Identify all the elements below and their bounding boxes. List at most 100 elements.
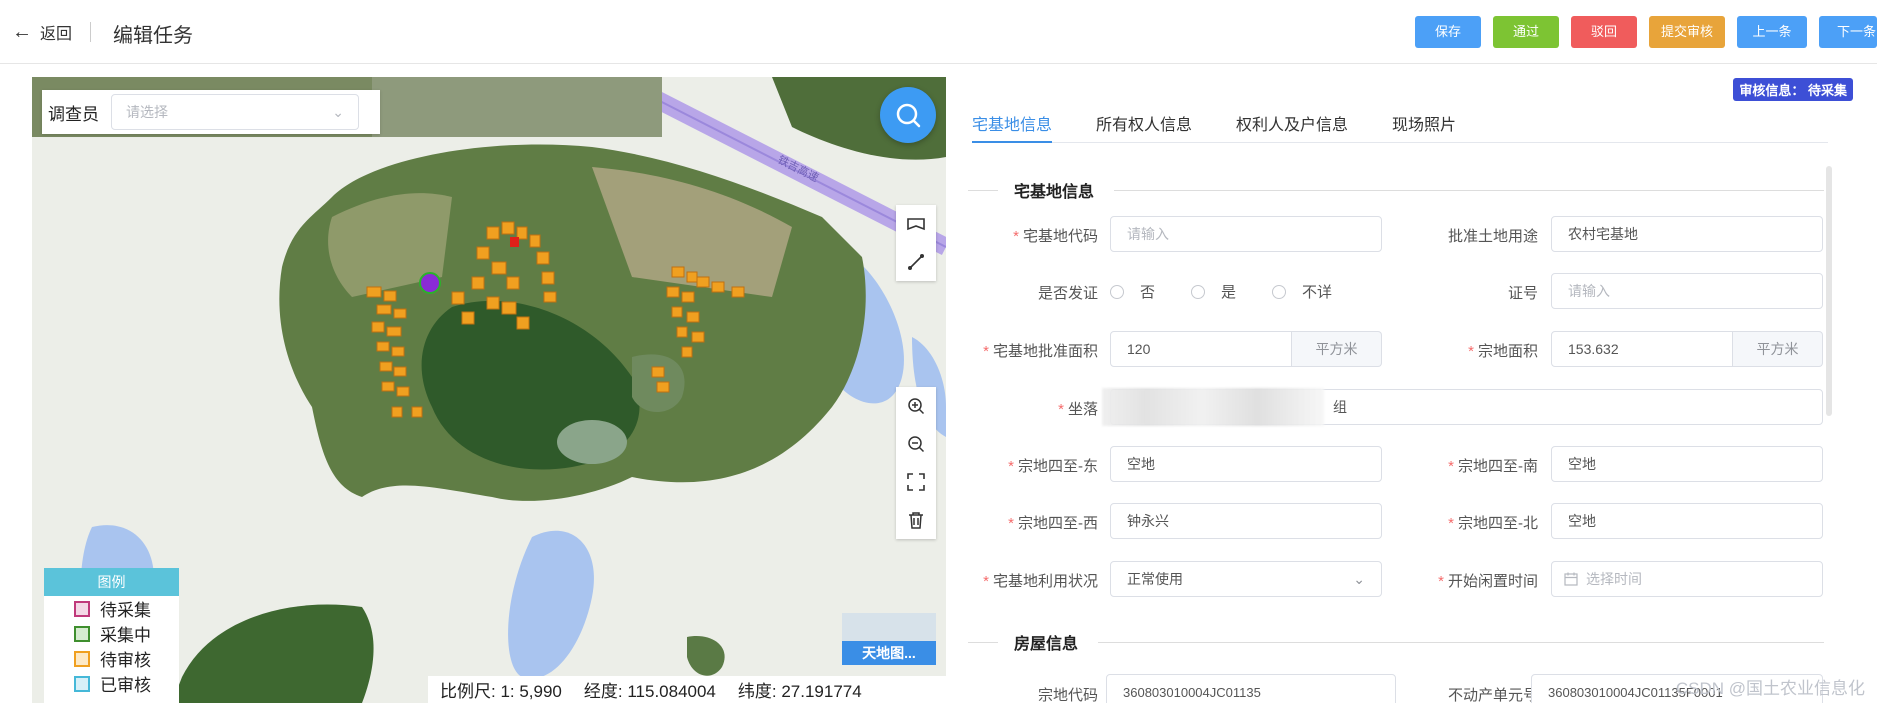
- map-view[interactable]: 铁吉高速 调查员 请选择 ⌄ 图例 待采集 采集中 待审核 已审核 天地图...…: [32, 77, 946, 703]
- section-rule: [968, 641, 998, 643]
- cert-no-input[interactable]: 请输入: [1551, 273, 1823, 309]
- required-mark: *: [1013, 228, 1019, 245]
- north-input[interactable]: 空地: [1551, 503, 1823, 539]
- code-label-text: 宅基地代码: [1022, 228, 1098, 245]
- west-label: * 宗地四至-西: [1008, 512, 1098, 533]
- legend-item: 采集中: [44, 621, 179, 646]
- section-rule: [1098, 641, 1824, 643]
- latitude-readout: 纬度: 27.191774: [737, 682, 862, 701]
- west-input[interactable]: 钟永兴: [1110, 503, 1382, 539]
- location-label: * 坐落: [1058, 398, 1098, 419]
- radio-unknown[interactable]: 不详: [1272, 281, 1332, 302]
- section-rule: [1114, 189, 1824, 191]
- page-title: 编辑任务: [113, 25, 193, 47]
- location-label-text: 坐落: [1067, 401, 1098, 418]
- next-button[interactable]: 下一条: [1819, 16, 1877, 48]
- land-use-input[interactable]: 农村宅基地: [1551, 216, 1823, 252]
- legend-swatch-collecting: [74, 625, 90, 642]
- required-mark: *: [1448, 458, 1454, 475]
- map-search-button[interactable]: [880, 87, 936, 143]
- fullscreen-icon: [907, 473, 925, 491]
- code-input[interactable]: 请输入: [1110, 216, 1382, 252]
- usage-label-text: 宅基地利用状况: [992, 573, 1098, 590]
- required-mark: *: [1008, 515, 1014, 532]
- radio-circle: [1110, 284, 1124, 299]
- south-input[interactable]: 空地: [1551, 446, 1823, 482]
- surveyor-placeholder: 请选择: [126, 104, 168, 120]
- chevron-down-icon: ⌄: [1353, 570, 1365, 587]
- submit-review-button[interactable]: 提交审核: [1649, 16, 1725, 48]
- usage-value: 正常使用: [1127, 571, 1183, 587]
- south-label: * 宗地四至-南: [1448, 455, 1538, 476]
- cert-no-label: 证号: [1507, 285, 1538, 302]
- parcel-area-input[interactable]: 153.632: [1551, 331, 1733, 367]
- scrollbar[interactable]: [1826, 166, 1832, 416]
- redacted-area: [1102, 388, 1324, 426]
- fullscreen-button[interactable]: [896, 463, 936, 501]
- zoom-out-button[interactable]: [896, 425, 936, 463]
- approved-area-label-text: 宅基地批准面积: [992, 343, 1098, 360]
- idle-date-picker[interactable]: 选择时间: [1551, 561, 1823, 597]
- north-label-text: 宗地四至-北: [1458, 515, 1538, 532]
- location-value: 组: [1333, 399, 1347, 415]
- map-status-bar: 比例尺: 1: 5,990 经度: 115.084004 纬度: 27.1917…: [428, 676, 946, 703]
- basemap-switcher[interactable]: 天地图...: [842, 613, 936, 665]
- pass-button[interactable]: 通过: [1493, 16, 1559, 48]
- code-label: * 宅基地代码: [1013, 225, 1098, 246]
- reject-button[interactable]: 驳回: [1571, 16, 1637, 48]
- back-label: 返回: [40, 26, 73, 43]
- legend-item: 已审核: [44, 671, 179, 696]
- chevron-down-icon: ⌄: [332, 103, 344, 120]
- radio-yes[interactable]: 是: [1191, 281, 1236, 302]
- detail-panel: 审核信息： 待采集 宅基地信息 所有权人信息 权利人及户信息 现场照片 宅基地信…: [968, 64, 1877, 703]
- measure-distance-button[interactable]: [896, 243, 936, 281]
- required-mark: *: [1448, 515, 1454, 532]
- surveyor-filter: 调查员 请选择 ⌄: [42, 90, 380, 134]
- radio-label: 是: [1221, 284, 1237, 301]
- cert-no-placeholder: 请输入: [1568, 283, 1610, 299]
- west-value: 钟永兴: [1127, 513, 1169, 529]
- zoom-out-icon: [908, 436, 925, 453]
- unit-no-label: 不动产单元号: [1447, 687, 1538, 703]
- approved-area-input[interactable]: 120: [1110, 331, 1292, 367]
- issued-label: 是否发证: [1037, 285, 1098, 302]
- usage-select[interactable]: 正常使用 ⌄: [1110, 561, 1382, 597]
- legend-label: 待采集: [100, 601, 151, 620]
- idle-placeholder: 选择时间: [1586, 571, 1642, 587]
- legend-label: 采集中: [100, 626, 151, 645]
- radio-label: 不详: [1302, 284, 1333, 301]
- legend-label: 待审核: [100, 651, 151, 670]
- prev-button[interactable]: 上一条: [1737, 16, 1807, 48]
- east-input[interactable]: 空地: [1110, 446, 1382, 482]
- surveyor-select[interactable]: 请选择 ⌄: [111, 94, 359, 130]
- required-mark: *: [983, 343, 989, 360]
- tab-rights-holder-info[interactable]: 权利人及户信息: [1236, 111, 1348, 142]
- section-homestead: 宅基地信息: [968, 178, 1824, 202]
- clear-button[interactable]: [896, 501, 936, 539]
- back-button[interactable]: ← 返回: [12, 20, 72, 44]
- tab-owner-info[interactable]: 所有权人信息: [1096, 111, 1192, 142]
- house-code-input[interactable]: 360803010004JC01135: [1106, 674, 1396, 703]
- save-button[interactable]: 保存: [1415, 16, 1481, 48]
- north-label: * 宗地四至-北: [1448, 512, 1538, 533]
- land-use-label: 批准土地用途: [1447, 228, 1538, 245]
- required-mark: *: [1008, 458, 1014, 475]
- arrow-left-icon: ←: [12, 21, 32, 43]
- east-label: * 宗地四至-东: [1008, 455, 1098, 476]
- required-mark: *: [1438, 573, 1444, 590]
- tab-site-photos[interactable]: 现场照片: [1392, 111, 1456, 142]
- section-title-text: 宅基地信息: [1014, 184, 1095, 201]
- parcel-area-value: 153.632: [1568, 341, 1619, 357]
- west-label-text: 宗地四至-西: [1018, 515, 1098, 532]
- usage-label: * 宅基地利用状况: [983, 570, 1098, 591]
- required-mark: *: [1468, 343, 1474, 360]
- measure-area-button[interactable]: [896, 205, 936, 243]
- radio-label: 否: [1140, 284, 1156, 301]
- trash-icon: [909, 512, 923, 529]
- legend-label: 已审核: [100, 676, 151, 695]
- radio-no[interactable]: 否: [1110, 281, 1155, 302]
- zoom-in-button[interactable]: [896, 387, 936, 425]
- tab-homestead-info[interactable]: 宅基地信息: [972, 111, 1053, 143]
- header-divider: [90, 22, 91, 42]
- idle-label-text: 开始闲置时间: [1447, 573, 1538, 590]
